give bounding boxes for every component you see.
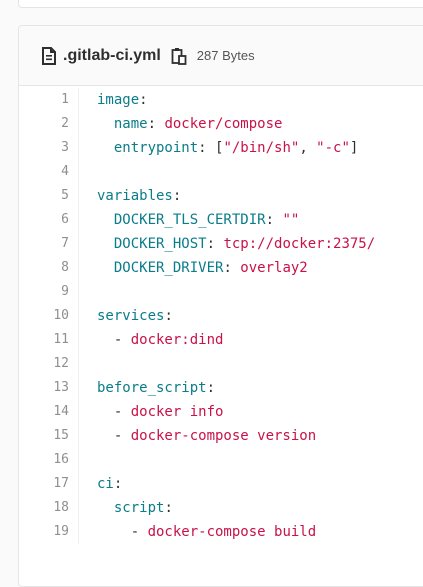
code-line: image:: [97, 88, 375, 112]
line-number[interactable]: 3: [19, 136, 69, 160]
code-line: variables:: [97, 184, 375, 208]
code-line: - docker info: [97, 400, 375, 424]
code-line: - docker-compose version: [97, 424, 375, 448]
line-numbers: 1 2 3 4 5 6 7 8 9 10 11 12 13 14 15 16 17 18 19: [19, 88, 79, 544]
line-number[interactable]: 11: [19, 328, 69, 352]
code-line: DOCKER_DRIVER: overlay2: [97, 256, 375, 280]
code-value: docker-compose build: [147, 524, 317, 540]
code-dash: -: [113, 404, 131, 420]
line-number[interactable]: 5: [19, 184, 69, 208]
code-separator: :: [223, 260, 241, 276]
code-separator: :: [265, 212, 283, 228]
code-comma: ,: [299, 140, 317, 156]
line-number[interactable]: 19: [19, 520, 69, 544]
line-number[interactable]: 18: [19, 496, 69, 520]
code-key: entrypoint: [113, 140, 199, 156]
code-line: script:: [97, 496, 375, 520]
code-line: DOCKER_HOST: tcp://docker:2375/: [97, 232, 375, 256]
code-dash: -: [113, 332, 131, 348]
code-line: ci:: [97, 472, 375, 496]
previous-card: [18, 0, 423, 8]
code-line: before_script:: [97, 376, 375, 400]
code-key: before_script: [97, 380, 207, 396]
code-value: docker/compose: [164, 116, 283, 132]
code-separator: :: [139, 92, 148, 108]
code-bracket: ]: [349, 140, 359, 156]
line-number[interactable]: 13: [19, 376, 69, 400]
code-value: tcp://docker:2375/: [223, 236, 376, 252]
line-number[interactable]: 1: [19, 88, 69, 112]
code-key: DOCKER_HOST: [113, 236, 207, 252]
code-separator: :: [164, 308, 173, 324]
line-number[interactable]: 2: [19, 112, 69, 136]
file-icon: [41, 46, 57, 65]
code-block: 1 2 3 4 5 6 7 8 9 10 11 12 13 14 15 16 17 18 19 image: nam…: [19, 86, 423, 544]
code-key: services: [97, 308, 165, 324]
line-number[interactable]: 10: [19, 304, 69, 328]
code-value: "-c": [316, 140, 350, 156]
code-value: overlay2: [240, 260, 308, 276]
line-number[interactable]: 4: [19, 160, 69, 184]
code-line: name: docker/compose: [97, 112, 375, 136]
code-key: DOCKER_TLS_CERTDIR: [113, 212, 266, 228]
code-line: - docker-compose build: [97, 520, 375, 544]
line-number[interactable]: 14: [19, 400, 69, 424]
code-key: variables: [97, 188, 173, 204]
code-value: docker info: [130, 404, 224, 420]
code-key: name: [113, 116, 148, 132]
code-separator: :: [206, 380, 216, 396]
code-content: image: name: docker/compose entrypoint: …: [79, 88, 375, 544]
line-number[interactable]: 7: [19, 232, 69, 256]
file-viewer: .gitlab-ci.yml 287 Bytes 1 2 3 4 5 6 7 8 9 10 11 12…: [18, 25, 423, 587]
line-number[interactable]: 8: [19, 256, 69, 280]
code-value: "/bin/sh": [223, 140, 300, 156]
code-separator: :: [172, 188, 182, 204]
code-line: - docker:dind: [97, 328, 375, 352]
line-number[interactable]: 12: [19, 352, 69, 376]
code-dash: -: [113, 428, 131, 444]
code-separator: :: [164, 500, 173, 516]
code-separator: :: [206, 236, 224, 252]
code-key: image: [97, 92, 140, 108]
line-number[interactable]: 6: [19, 208, 69, 232]
code-key: script: [113, 500, 165, 516]
code-line: services:: [97, 304, 375, 328]
code-value: docker-compose version: [130, 428, 317, 444]
code-dash: -: [130, 524, 148, 540]
file-name: .gitlab-ci.yml: [63, 46, 161, 64]
file-size: 287 Bytes: [196, 48, 255, 63]
line-number[interactable]: 9: [19, 280, 69, 304]
copy-icon[interactable]: [171, 47, 187, 65]
code-line: DOCKER_TLS_CERTDIR: "": [97, 208, 375, 232]
code-key: DOCKER_DRIVER: [113, 260, 224, 276]
code-line: entrypoint: ["/bin/sh", "-c"]: [97, 136, 375, 160]
code-key: ci: [97, 476, 114, 492]
file-header: .gitlab-ci.yml 287 Bytes: [19, 26, 423, 86]
line-number[interactable]: 17: [19, 472, 69, 496]
code-value: "": [282, 212, 300, 228]
code-value: docker:dind: [130, 332, 224, 348]
code-separator: :: [198, 140, 216, 156]
code-separator: :: [147, 116, 165, 132]
line-number[interactable]: 15: [19, 424, 69, 448]
line-number[interactable]: 16: [19, 448, 69, 472]
code-separator: :: [113, 476, 123, 492]
